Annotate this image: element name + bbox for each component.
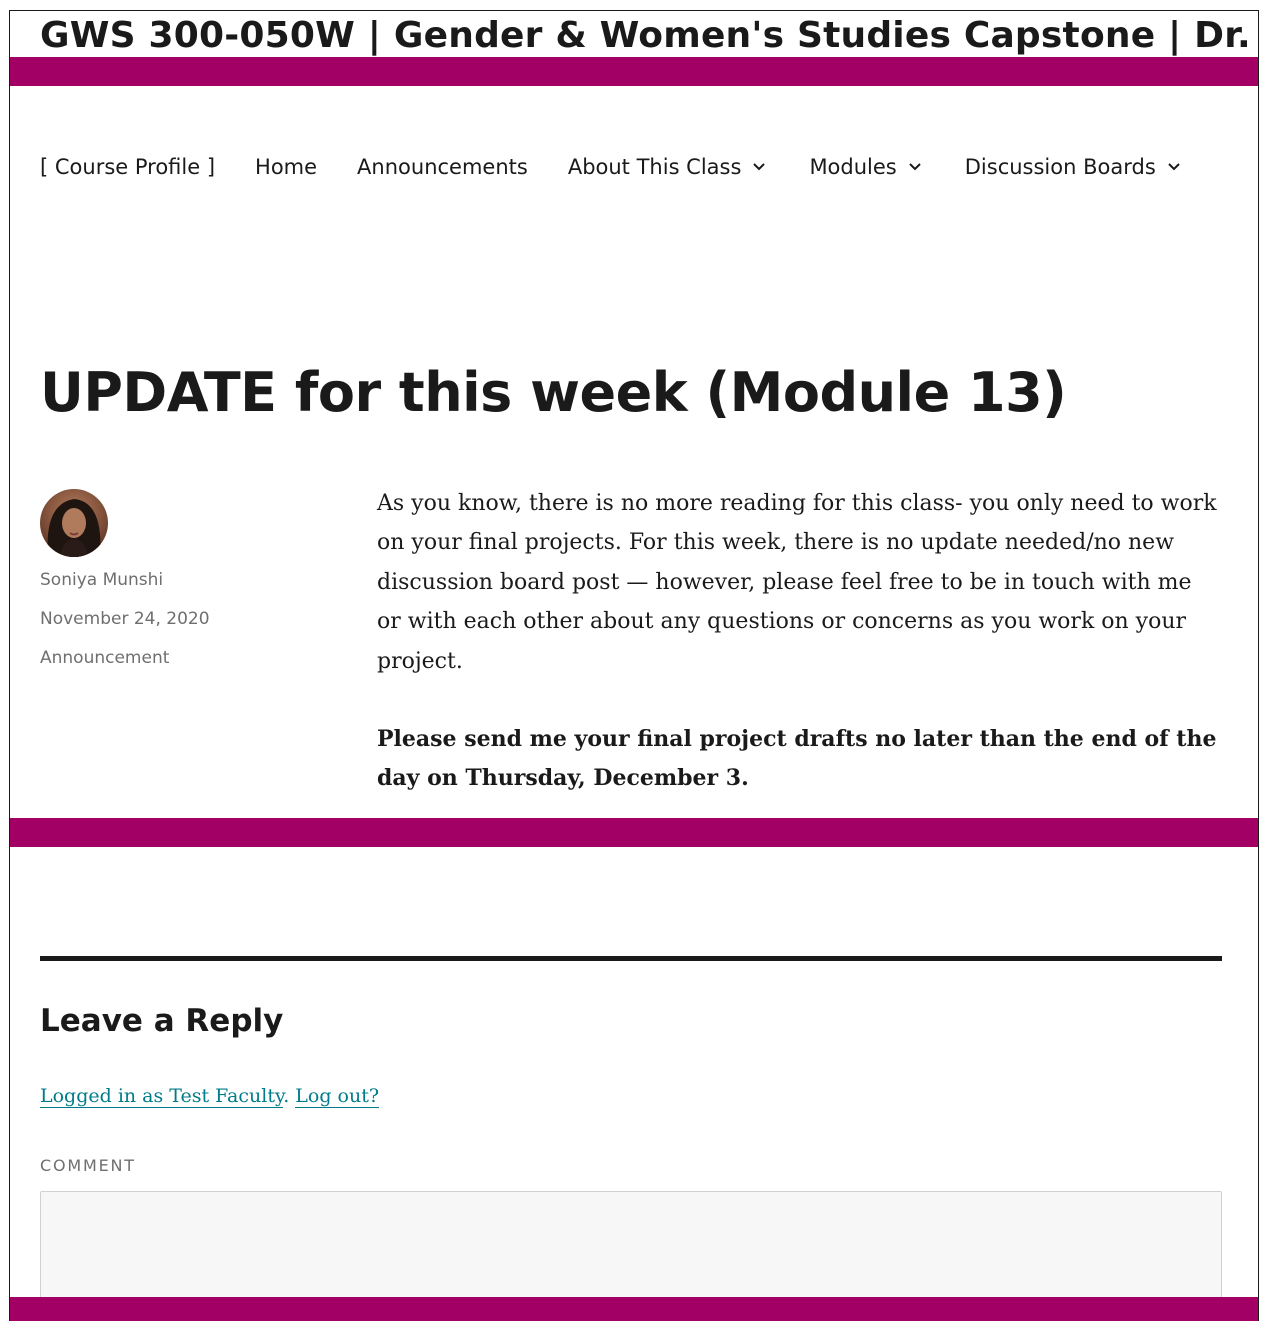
post-paragraph: As you know, there is no more reading fo… [377, 491, 1217, 674]
post-author[interactable]: Soniya Munshi [40, 565, 340, 604]
post-category[interactable]: Announcement [40, 643, 340, 682]
main-navigation: [ Course Profile ] Home Announcements Ab… [40, 155, 1224, 179]
nav-item-announcements[interactable]: Announcements [357, 155, 528, 179]
nav-item-label: Home [255, 155, 318, 179]
header-accent-band [10, 57, 1258, 86]
site-title[interactable]: GWS 300-050W | Gender & Women's Studies … [40, 13, 1258, 59]
content-accent-band [10, 818, 1258, 847]
post-title: UPDATE for this week (Module 13) [40, 361, 1067, 424]
nav-item-label: Modules [809, 155, 897, 179]
logged-in-as: Logged in as Test Faculty. Log out? [40, 1081, 380, 1111]
nav-item-label: Announcements [357, 155, 528, 179]
nav-item-label: [ Course Profile ] [40, 155, 216, 179]
nav-item-discussion-boards[interactable]: Discussion Boards [965, 155, 1184, 179]
avatar[interactable] [40, 489, 108, 557]
page-frame: GWS 300-050W | Gender & Women's Studies … [9, 10, 1259, 1321]
chevron-down-icon[interactable] [753, 160, 769, 174]
comments-divider [40, 956, 1222, 961]
nav-item-about-this-class[interactable]: About This Class [568, 155, 770, 179]
post-date[interactable]: November 24, 2020 [40, 604, 340, 643]
post-content: As you know, there is no more reading fo… [377, 484, 1222, 838]
nav-item-label: About This Class [567, 155, 742, 179]
logged-in-separator: . [283, 1085, 296, 1107]
comment-label: Comment [40, 1156, 136, 1175]
logout-link[interactable]: Log out? [295, 1085, 380, 1108]
nav-item-home[interactable]: Home [255, 155, 317, 179]
nav-item-modules[interactable]: Modules [809, 155, 924, 179]
chevron-down-icon[interactable] [1168, 160, 1184, 174]
reply-title: Leave a Reply [40, 1003, 284, 1039]
profile-link[interactable]: Logged in as Test Faculty [40, 1085, 284, 1108]
post-meta: Soniya Munshi November 24, 2020 Announce… [40, 489, 340, 682]
nav-item-label: Discussion Boards [964, 155, 1156, 179]
nav-item-course-profile[interactable]: [ Course Profile ] [40, 155, 215, 179]
chevron-down-icon[interactable] [909, 160, 925, 174]
footer-accent-band [10, 1297, 1258, 1321]
post-paragraph-deadline: Please send me your final project drafts… [377, 726, 1217, 792]
